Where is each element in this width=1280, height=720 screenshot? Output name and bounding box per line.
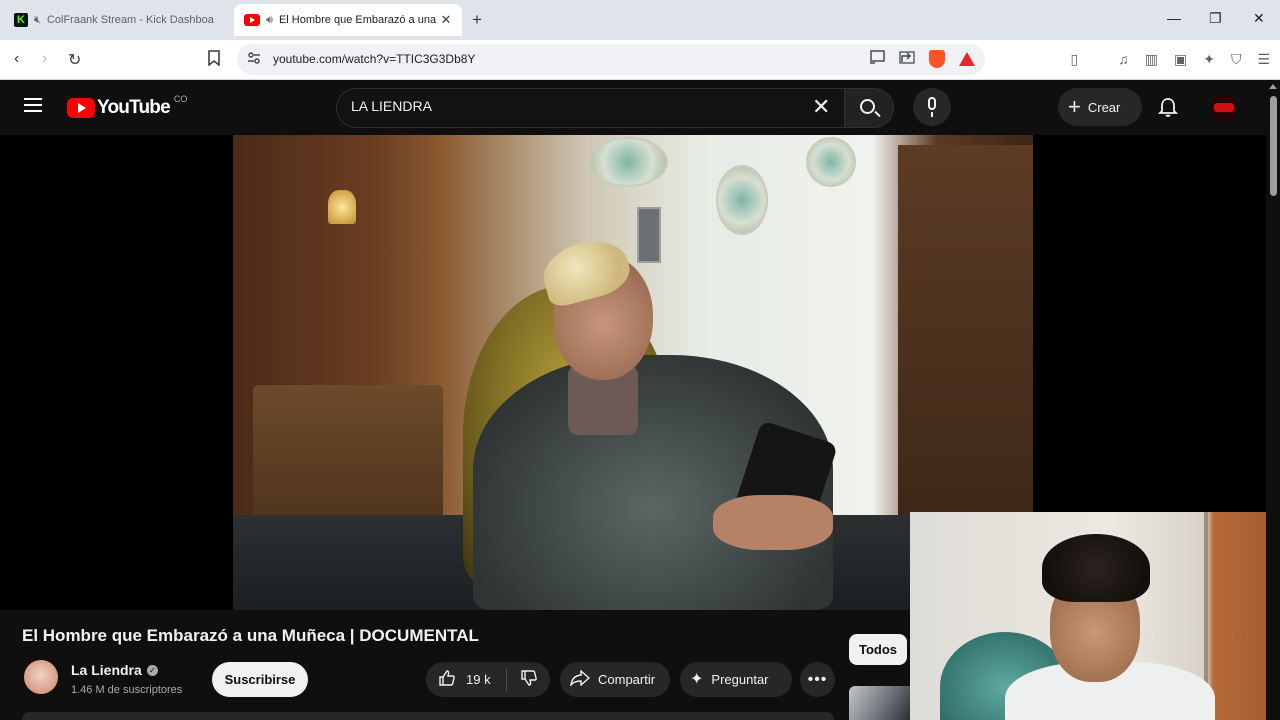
back-button[interactable]: ‹ (14, 50, 19, 68)
search-input[interactable] (351, 98, 791, 114)
site-settings-icon[interactable] (247, 51, 261, 68)
cast-icon[interactable] (869, 50, 885, 68)
webcam-overlay (910, 512, 1280, 720)
like-button[interactable]: 19 k (426, 669, 506, 691)
channel-name: La Liendra (71, 662, 142, 678)
subscribe-button[interactable]: Suscribirse (212, 662, 308, 697)
clear-search-icon[interactable]: ✕ (812, 96, 830, 118)
share-label: Compartir (598, 672, 656, 687)
new-tab-button[interactable]: + (472, 10, 482, 30)
url-text[interactable]: youtube.com/watch?v=TTIC3G3Db8Y (273, 52, 475, 66)
channel-name-link[interactable]: La Liendra ✓ (71, 662, 158, 678)
scrollbar-thumb[interactable] (1270, 96, 1277, 196)
muted-speaker-icon[interactable]: 🔇︎ (34, 14, 41, 27)
hamburger-menu-icon[interactable] (24, 98, 42, 112)
tab-youtube-video[interactable]: 🔊︎ El Hombre que Embarazó a una Muñeca |… (234, 4, 462, 36)
side-panel-icon[interactable]: ▥ (1145, 51, 1158, 68)
share-icon[interactable] (899, 50, 915, 68)
youtube-play-icon (67, 98, 95, 118)
create-button[interactable]: + Crear (1058, 88, 1142, 126)
create-label: Crear (1087, 99, 1121, 115)
voice-search-button[interactable] (913, 88, 951, 126)
subscriber-count: 1.46 M de suscriptores (71, 684, 183, 696)
sidebar-icon[interactable]: ▯ (1071, 51, 1079, 68)
verified-badge-icon: ✓ (146, 664, 158, 676)
address-bar[interactable]: youtube.com/watch?v=TTIC3G3Db8Y (237, 44, 985, 75)
youtube-logo[interactable]: YouTube CO (67, 94, 188, 119)
youtube-header: YouTube CO ✕ + Crear (0, 80, 1266, 135)
like-count: 19 k (466, 672, 491, 687)
music-icon[interactable]: ♫ (1118, 51, 1129, 68)
search-button[interactable] (844, 88, 894, 128)
forward-button[interactable]: › (42, 50, 47, 68)
like-dislike-group: 19 k (426, 662, 550, 697)
channel-avatar[interactable] (24, 660, 58, 694)
wallet-icon[interactable]: ▣ (1174, 51, 1187, 68)
restore-button[interactable]: ❐ (1209, 10, 1222, 27)
description-box[interactable] (22, 712, 834, 720)
vpn-icon[interactable]: ⛉ (1231, 51, 1242, 68)
browser-toolbar: ‹ › ↻ youtube.com/watch?v=TTIC3G3Db8Y ▯ … (0, 40, 1280, 80)
microphone-icon (928, 97, 936, 110)
notifications-bell-icon[interactable] (1157, 96, 1179, 118)
tab-kick-dashboard[interactable]: K 🔇︎ ColFraank Stream - Kick Dashboa (8, 6, 230, 34)
chip-all[interactable]: Todos (849, 634, 907, 665)
logo-wordmark: YouTube (97, 97, 171, 118)
scroll-up-arrow-icon[interactable] (1269, 84, 1277, 89)
country-code: CO (173, 94, 188, 104)
recommended-video-thumbnail[interactable] (849, 686, 910, 720)
youtube-icon (244, 14, 260, 26)
brave-rewards-icon[interactable] (959, 52, 975, 66)
plus-icon: + (1068, 94, 1081, 119)
video-title: El Hombre que Embarazó a una Muñeca | DO… (22, 626, 479, 645)
thumbs-down-icon (520, 669, 538, 691)
ask-button[interactable]: ✦ Preguntar (680, 662, 792, 697)
minimize-button[interactable]: — (1167, 10, 1181, 26)
tab-title: El Hombre que Embarazó a una Muñeca | DO… (278, 14, 438, 26)
thumbs-up-icon (438, 669, 456, 691)
close-tab-icon[interactable]: ✕ (438, 12, 454, 28)
close-window-button[interactable]: ✕ (1253, 10, 1265, 27)
share-arrow-icon (570, 668, 591, 690)
speaker-icon[interactable]: 🔊︎ (266, 14, 273, 27)
dislike-button[interactable] (507, 669, 550, 691)
share-button[interactable]: Compartir (560, 662, 670, 697)
more-actions-button[interactable]: ••• (800, 662, 835, 697)
browser-tab-strip: K 🔇︎ ColFraank Stream - Kick Dashboa 🔊︎ … (0, 0, 1280, 40)
kick-icon: K (14, 13, 28, 27)
search-icon (860, 99, 875, 114)
menu-icon[interactable]: ☰ (1257, 51, 1270, 68)
ask-label: Preguntar (711, 672, 769, 687)
brave-shields-icon[interactable] (929, 50, 945, 68)
search-box[interactable] (336, 88, 844, 128)
tab-title: ColFraank Stream - Kick Dashboa (46, 14, 214, 26)
bookmark-icon[interactable] (207, 50, 221, 69)
leo-ai-icon[interactable]: ✦ (1203, 51, 1215, 68)
account-avatar[interactable] (1211, 95, 1237, 121)
reload-button[interactable]: ↻ (68, 50, 81, 70)
sparkle-icon: ✦ (690, 670, 704, 688)
